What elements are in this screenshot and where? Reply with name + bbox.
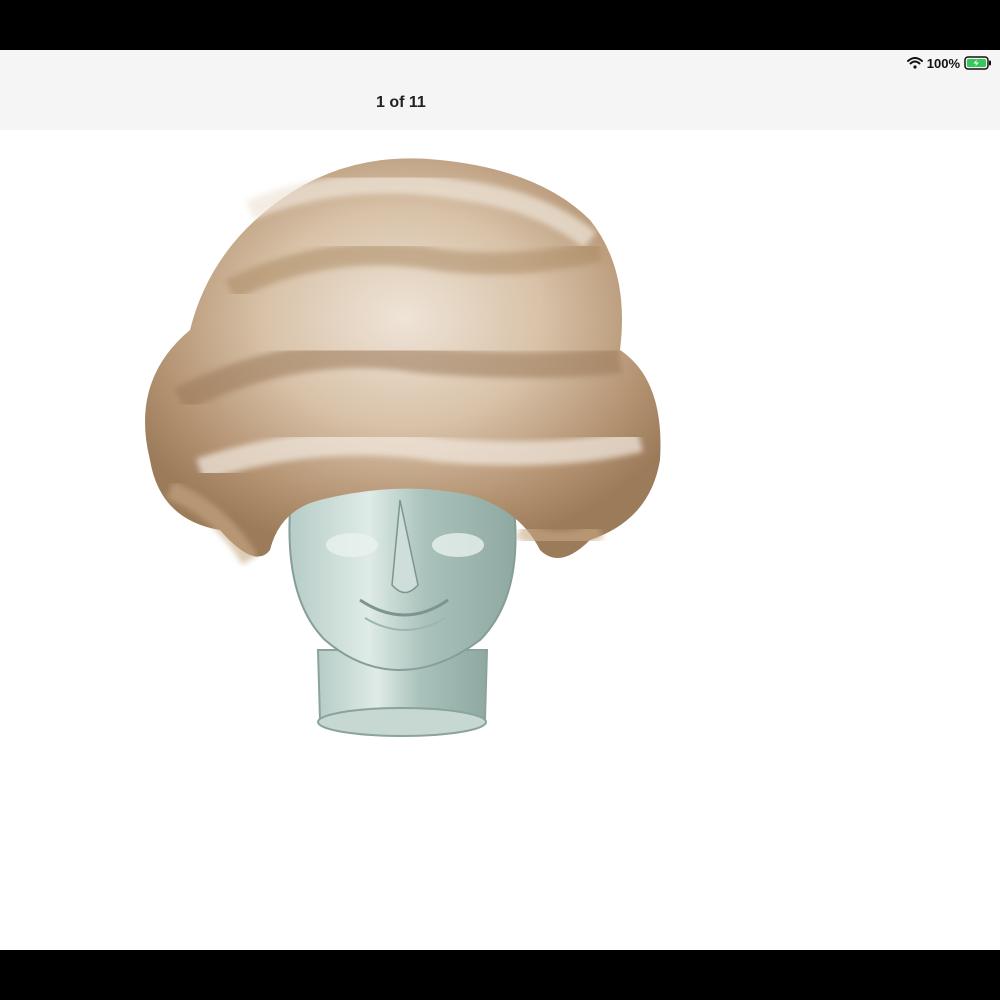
wifi-icon: [906, 57, 923, 69]
image-counter: 1 of 11: [376, 94, 426, 111]
product-photo[interactable]: [0, 130, 1000, 950]
battery-percent: 100%: [926, 55, 960, 71]
status-bar: 100%: [906, 53, 992, 73]
bottom-letterbox: [0, 950, 1000, 1000]
battery-charging-icon: [964, 56, 992, 70]
viewer-header: 100% 1 of 11: [0, 50, 1000, 130]
image-viewer-screen: 100% 1 of 11: [0, 50, 1000, 950]
top-letterbox: [0, 0, 1000, 50]
